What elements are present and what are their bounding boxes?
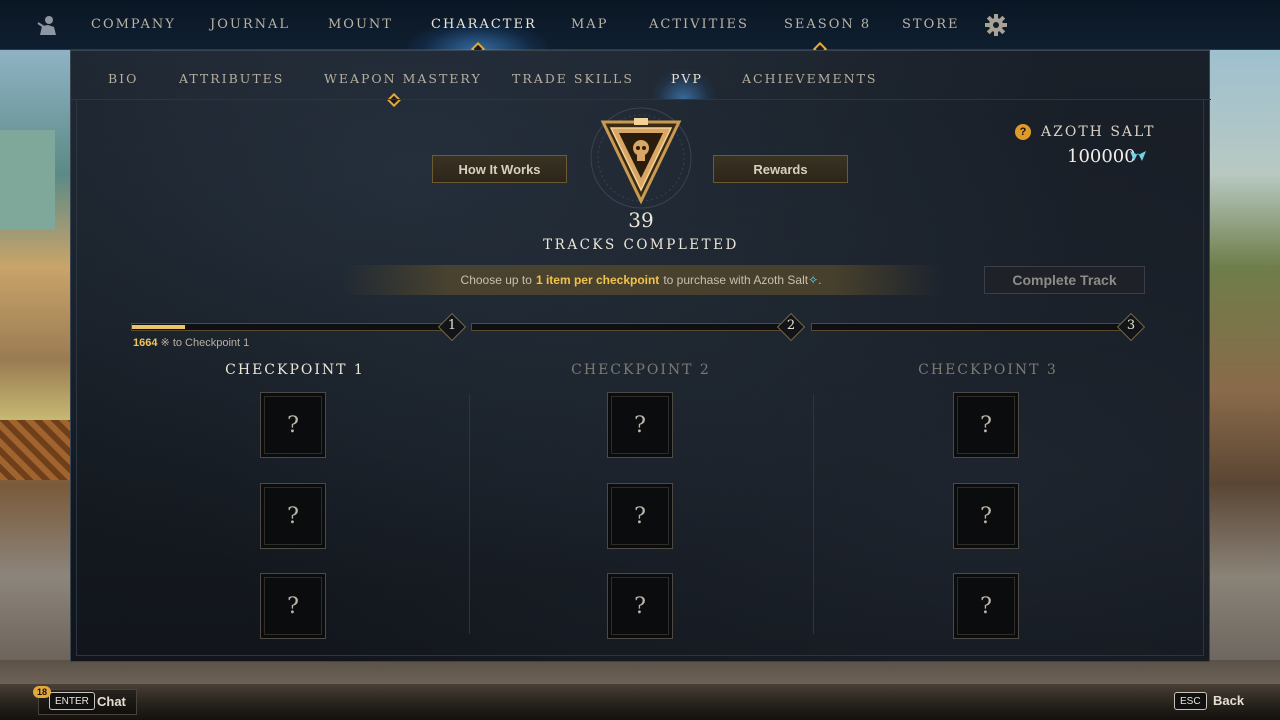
- reward-slot[interactable]: ?: [953, 573, 1019, 639]
- azoth-salt-label: AZOTH SALT: [1041, 124, 1156, 140]
- column-divider: [469, 394, 470, 634]
- progress-fill: [132, 325, 185, 329]
- nav-activities[interactable]: ACTIVITIES: [649, 17, 749, 35]
- background-scenery-right: [1210, 50, 1280, 670]
- progress-text: 1664 ※ to Checkpoint 1: [133, 336, 249, 349]
- nav-company[interactable]: COMPANY: [91, 17, 176, 35]
- tracks-completed-label: TRACKS COMPLETED: [543, 237, 739, 253]
- azoth-gem-icon: [1130, 151, 1146, 161]
- nav-store[interactable]: STORE: [902, 17, 960, 35]
- checkpoint-2-title: CHECKPOINT 2: [571, 362, 711, 378]
- tracks-completed-count: 39: [628, 208, 654, 232]
- unknown-item-icon: ?: [980, 593, 992, 619]
- unknown-item-icon: ?: [287, 503, 299, 529]
- progress-suffix: to Checkpoint 1: [172, 337, 250, 349]
- progress-amount: 1664: [133, 337, 158, 349]
- reward-slot[interactable]: ?: [260, 392, 326, 458]
- checkpoint-number-3: 3: [1126, 318, 1136, 333]
- bottom-bar: [0, 684, 1280, 720]
- banner-highlight: 1 item per checkpoint: [535, 273, 660, 287]
- rewards-button[interactable]: Rewards: [713, 155, 848, 183]
- tab-pvp[interactable]: PVP: [671, 71, 703, 87]
- subnav-divider: [71, 99, 1211, 100]
- reward-slot[interactable]: ?: [607, 483, 673, 549]
- unknown-item-icon: ?: [634, 503, 646, 529]
- complete-track-button[interactable]: Complete Track: [984, 266, 1145, 294]
- nav-character[interactable]: CHARACTER: [431, 17, 537, 35]
- pvp-track-panel: BIO ATTRIBUTES WEAPON MASTERY TRADE SKIL…: [70, 50, 1211, 662]
- scenery-wall: [0, 130, 55, 230]
- reward-slot[interactable]: ?: [607, 573, 673, 639]
- progress-track-segment-2: [471, 323, 781, 331]
- unknown-item-icon: ?: [980, 503, 992, 529]
- tab-trade-skills[interactable]: TRADE SKILLS: [512, 71, 634, 87]
- tab-bio[interactable]: BIO: [108, 71, 138, 87]
- checkpoint-3-title: CHECKPOINT 3: [918, 362, 1058, 378]
- weapon-mastery-notification-diamond-icon: [386, 92, 402, 108]
- nav-map[interactable]: MAP: [571, 17, 608, 35]
- tab-achievements[interactable]: ACHIEVEMENTS: [742, 71, 877, 87]
- progress-track-segment-3: [811, 323, 1123, 331]
- back-button[interactable]: Back: [1213, 693, 1244, 708]
- azoth-gem-icon: ✧.: [808, 273, 822, 287]
- top-nav: COMPANY JOURNAL MOUNT CHARACTER MAP ACTI…: [0, 0, 1280, 57]
- enter-key: ENTER: [49, 692, 95, 710]
- progress-track-segment-1: [131, 323, 443, 331]
- reward-slot[interactable]: ?: [260, 483, 326, 549]
- reward-slot[interactable]: ?: [953, 392, 1019, 458]
- pvp-emblem-icon: [590, 107, 692, 209]
- reward-slot[interactable]: ?: [953, 483, 1019, 549]
- column-divider: [813, 394, 814, 634]
- checkpoint-1-title: CHECKPOINT 1: [225, 362, 365, 378]
- banner-suffix: to purchase with Azoth Salt: [663, 273, 809, 287]
- chat-unread-badge: 18: [33, 686, 51, 698]
- help-icon[interactable]: ?: [1015, 124, 1031, 140]
- nav-journal[interactable]: JOURNAL: [210, 17, 290, 35]
- azoth-salt-value: 100000: [1067, 146, 1136, 167]
- banner-prefix: Choose up to: [460, 273, 532, 287]
- checkpoint-number-1: 1: [447, 318, 457, 333]
- nav-mount[interactable]: MOUNT: [328, 17, 393, 35]
- progress-icon: ※: [160, 337, 170, 349]
- esc-key: ESC: [1174, 692, 1207, 710]
- unknown-item-icon: ?: [634, 412, 646, 438]
- instruction-banner: Choose up to 1 item per checkpoint to pu…: [341, 265, 941, 295]
- unknown-item-icon: ?: [980, 412, 992, 438]
- scenery-railing: [0, 420, 70, 480]
- tab-weapon-mastery[interactable]: WEAPON MASTERY: [324, 71, 482, 87]
- player-icon[interactable]: [36, 13, 60, 37]
- chat-label[interactable]: Chat: [97, 694, 126, 709]
- reward-slot[interactable]: ?: [607, 392, 673, 458]
- unknown-item-icon: ?: [634, 593, 646, 619]
- background-scenery-left: [0, 50, 70, 670]
- checkpoint-number-2: 2: [786, 318, 796, 333]
- unknown-item-icon: ?: [287, 412, 299, 438]
- nav-season[interactable]: SEASON 8: [784, 17, 871, 35]
- tab-attributes[interactable]: ATTRIBUTES: [179, 71, 284, 87]
- gear-icon[interactable]: [984, 13, 1008, 37]
- how-it-works-button[interactable]: How It Works: [432, 155, 567, 183]
- unknown-item-icon: ?: [287, 593, 299, 619]
- reward-slot[interactable]: ?: [260, 573, 326, 639]
